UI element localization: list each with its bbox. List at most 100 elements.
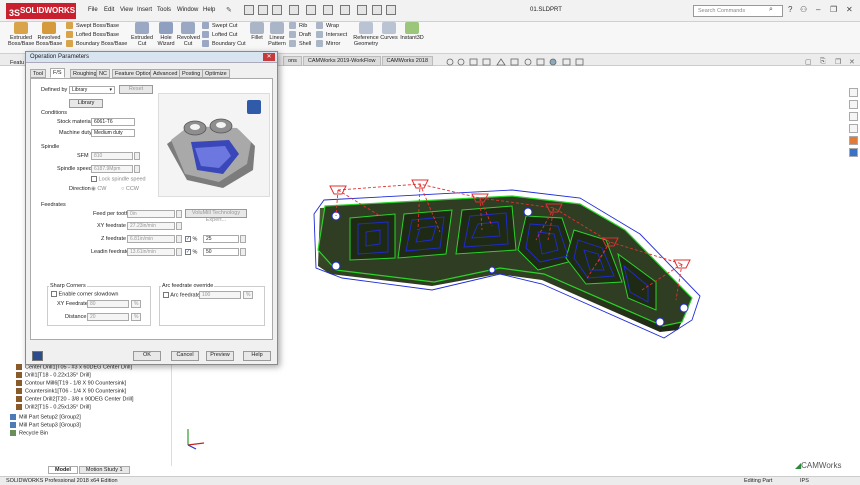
tree-item[interactable]: Countersink1[T06 - 1/4 X 90 Countersink] (16, 388, 126, 394)
pin-icon[interactable]: ✎ (226, 6, 232, 14)
dialog-close-button[interactable]: ✕ (263, 53, 275, 61)
feed-per-tooth-field[interactable]: 0in (127, 210, 175, 218)
status-units[interactable]: IPS (800, 478, 809, 484)
z-feedrate-field[interactable]: 6.81in/min (127, 235, 175, 243)
appearances-icon[interactable] (849, 136, 858, 145)
draft-button[interactable]: Draft (289, 31, 311, 39)
design-library-icon[interactable] (849, 100, 858, 109)
restore-icon[interactable]: ❐ (830, 5, 837, 14)
wrap-button[interactable]: Wrap (316, 22, 339, 30)
z-pct-spinner[interactable] (240, 235, 246, 243)
z-pct-checkbox[interactable]: ✓ % (185, 236, 197, 242)
view-palette-icon[interactable] (849, 124, 858, 133)
custom-properties-icon[interactable] (849, 148, 858, 157)
volumill-button[interactable]: VoluMill Technology Expert... (185, 209, 247, 223)
ccw-radio[interactable]: ○ CCW (121, 186, 139, 192)
tree-item[interactable]: Drill1[T18 - 0.22x135° Drill] (16, 372, 91, 378)
options-icon[interactable] (372, 5, 382, 15)
tab-addins[interactable]: ons (283, 56, 302, 66)
feed-per-tooth-spinner[interactable] (176, 210, 182, 218)
ok-button[interactable]: OK (133, 351, 161, 361)
rib-button[interactable]: Rib (289, 22, 307, 30)
preview-button[interactable]: Preview (206, 351, 234, 361)
open-icon[interactable] (272, 5, 282, 15)
leadin-pct-field[interactable]: 50 (203, 248, 239, 256)
part-model-viewport[interactable] (280, 170, 720, 360)
defined-by-select[interactable]: Library ▾ (69, 86, 115, 94)
print-icon[interactable] (306, 5, 316, 15)
home-icon[interactable] (244, 5, 254, 15)
linear-pattern-button[interactable]: Linear Pattern (266, 22, 288, 47)
machine-duty-field[interactable]: Medium duty (91, 129, 135, 137)
leadin-pct-spinner[interactable] (240, 248, 246, 256)
intersect-button[interactable]: Intersect (316, 31, 347, 39)
lock-spindle-checkbox[interactable]: Lock spindle speed (91, 176, 146, 182)
tree-item[interactable]: Mill Part Setup2 [Group2] (10, 414, 81, 420)
rebuild-icon[interactable] (357, 5, 367, 15)
feature-tab[interactable]: Featu (10, 60, 24, 66)
shell-button[interactable]: Shell (289, 40, 311, 48)
viewport-restore-icon[interactable]: ❐ (835, 58, 841, 66)
swept-cut-button[interactable]: Swept Cut (202, 22, 237, 30)
tab-fs[interactable]: F/S (50, 68, 65, 78)
arc-feedrate-checkbox[interactable]: Arc feedrate (163, 292, 200, 298)
select-icon[interactable] (340, 5, 350, 15)
stock-material-field[interactable]: 6061-T6 (91, 118, 135, 126)
tab-advanced[interactable]: Advanced (150, 69, 181, 78)
leadin-pct-checkbox[interactable]: ✓ % (185, 249, 197, 255)
menu-view[interactable]: View (120, 7, 133, 13)
help-button[interactable]: Help (243, 351, 271, 361)
enable-corner-checkbox[interactable]: Enable corner slowdown (51, 291, 118, 297)
viewport-close-icon[interactable]: ✕ (849, 58, 855, 66)
menu-insert[interactable]: Insert (137, 7, 152, 13)
tab-tool[interactable]: Tool (30, 69, 47, 78)
user-icon[interactable]: ⚇ (800, 5, 807, 14)
settings-icon[interactable] (386, 5, 396, 15)
sfm-field[interactable]: 810 (91, 152, 133, 160)
tab-motion-study[interactable]: Motion Study 1 (78, 466, 130, 474)
spindle-speed-field[interactable]: 6187.9Mpm (91, 165, 133, 173)
menu-tools[interactable]: Tools (157, 7, 171, 13)
save-icon[interactable] (289, 5, 299, 15)
hole-wizard-button[interactable]: Hole Wizard (155, 22, 177, 47)
undo-icon[interactable] (323, 5, 333, 15)
resources-icon[interactable] (849, 88, 858, 97)
dialog-title-bar[interactable]: Operation Parameters (26, 52, 277, 63)
xy-feedrate-field[interactable]: 27.23in/min (127, 222, 175, 230)
lofted-cut-button[interactable]: Lofted Cut (202, 31, 237, 39)
tree-item[interactable]: Recycle Bin (10, 430, 48, 436)
tree-item[interactable]: Mill Part Setup3 [Group3] (10, 422, 81, 428)
extruded-cut-button[interactable]: Extruded Cut (130, 22, 154, 47)
leadin-feedrate-field[interactable]: 13.61in/min (127, 248, 175, 256)
spindle-speed-spinner[interactable] (134, 165, 140, 173)
tab-optimize[interactable]: Optimize (202, 69, 230, 78)
tree-item[interactable]: Drill2[T15 - 0.25x135° Drill] (16, 404, 91, 410)
z-feedrate-spinner[interactable] (176, 235, 182, 243)
help-icon[interactable]: ? (788, 5, 792, 14)
menu-window[interactable]: Window (177, 7, 198, 13)
arc-feedrate-field[interactable]: 100 (199, 291, 241, 299)
menu-edit[interactable]: Edit (104, 7, 114, 13)
tab-posting[interactable]: Posting (179, 69, 204, 78)
tab-model[interactable]: Model (48, 466, 78, 474)
camworks-help-icon[interactable] (32, 351, 43, 361)
menu-file[interactable]: File (88, 7, 98, 13)
file-explorer-icon[interactable] (849, 112, 858, 121)
close-icon[interactable]: ✕ (846, 5, 853, 14)
tab-nc[interactable]: NC (96, 69, 110, 78)
z-pct-field[interactable]: 25 (203, 235, 239, 243)
reference-geometry-button[interactable]: Reference Geometry (352, 22, 380, 47)
tab-camworks-2018[interactable]: CAMWorks 2018 (381, 56, 433, 66)
revolved-boss-button[interactable]: Revolved Boss/Base (36, 22, 62, 47)
search-icon[interactable]: ⌕ (769, 6, 773, 14)
viewport-split-icon[interactable]: ▢ (805, 58, 812, 66)
leadin-feedrate-spinner[interactable] (176, 248, 182, 256)
reset-button[interactable]: Reset (119, 85, 153, 94)
boundary-boss-button[interactable]: Boundary Boss/Base (66, 40, 127, 48)
library-button[interactable]: Library (69, 99, 103, 108)
xy-feedrate-spinner[interactable] (176, 222, 182, 230)
tree-item[interactable]: Center Drill2[T20 - 3/8 x 90DEG Center D… (16, 396, 134, 402)
sfm-spinner[interactable] (134, 152, 140, 160)
curves-button[interactable]: Curves (380, 22, 398, 41)
menu-help[interactable]: Help (203, 7, 215, 13)
